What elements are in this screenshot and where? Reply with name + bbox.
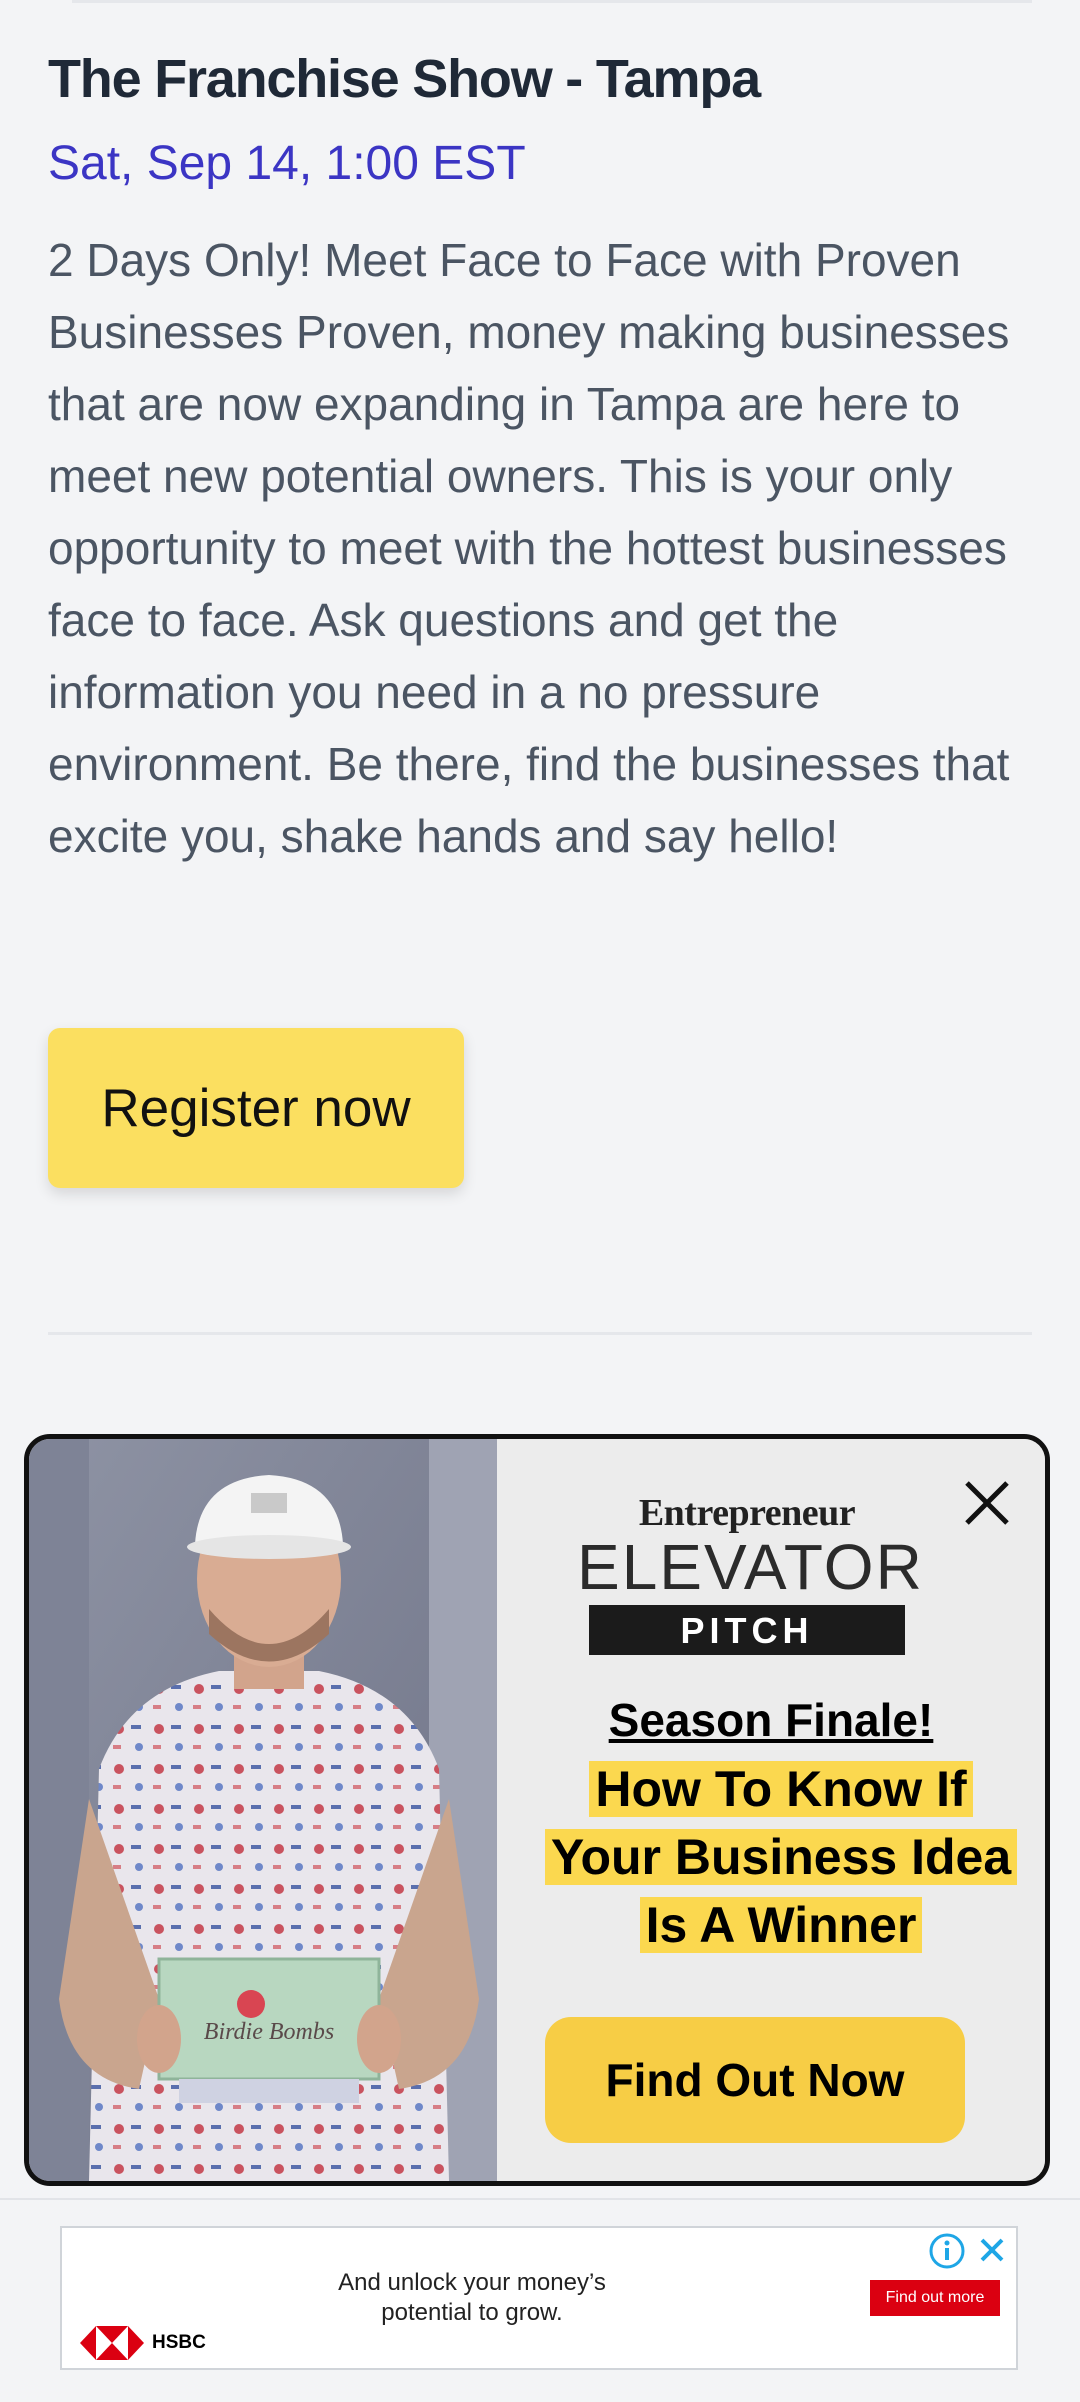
ad-info-icon[interactable] <box>928 2232 966 2270</box>
close-icon[interactable] <box>957 1473 1017 1533</box>
ad-headline-text: How To Know If Your Business Idea Is A W… <box>544 1761 1018 1953</box>
logo-entrepreneur: Entrepreneur <box>638 1492 856 1534</box>
find-out-now-button[interactable]: Find Out Now <box>545 2017 965 2143</box>
section-divider <box>48 1332 1032 1335</box>
ad-kicker: Season Finale! <box>608 1694 934 1746</box>
banner-text: And unlock your money’s potential to gro… <box>338 2269 606 2326</box>
find-out-more-button[interactable]: Find out more <box>870 2280 1000 2316</box>
ad-close-icon[interactable] <box>976 2234 1008 2266</box>
ad-headline: How To Know If Your Business Idea Is A W… <box>537 1755 1025 1959</box>
logo-elevator: ELEVATOR <box>577 1531 924 1603</box>
top-divider <box>72 0 1032 3</box>
elevator-pitch-logo: Entrepreneur ELEVATOR PITCH <box>577 1491 924 1655</box>
ad-photo[interactable]: Birdie Bombs <box>29 1439 497 2181</box>
ad-content-panel[interactable]: Entrepreneur ELEVATOR PITCH Season Final… <box>497 1439 1045 2181</box>
logo-pitch: PITCH <box>589 1605 905 1655</box>
hsbc-label: HSBC <box>152 2332 206 2353</box>
hsbc-hexagon-icon <box>80 2326 144 2360</box>
event-description: 2 Days Only! Meet Face to Face with Prov… <box>48 234 1010 862</box>
event-date: Sat, Sep 14, 1:00 EST <box>48 137 526 190</box>
register-now-button[interactable]: Register now <box>48 1028 464 1188</box>
hsbc-banner-ad[interactable]: And unlock your money’s potential to gro… <box>60 2226 1018 2370</box>
event-title[interactable]: The Franchise Show - Tampa <box>48 40 1032 118</box>
elevator-pitch-ad[interactable]: Birdie Bombs Entrepreneur ELEVATOR PITCH… <box>24 1434 1050 2186</box>
product-label: Birdie Bombs <box>204 2019 334 2045</box>
event-card: The Franchise Show - Tampa Sat, Sep 14, … <box>48 40 1032 872</box>
banner-ad-container: And unlock your money’s potential to gro… <box>0 2198 1080 2402</box>
hsbc-logo: HSBC <box>80 2326 206 2360</box>
